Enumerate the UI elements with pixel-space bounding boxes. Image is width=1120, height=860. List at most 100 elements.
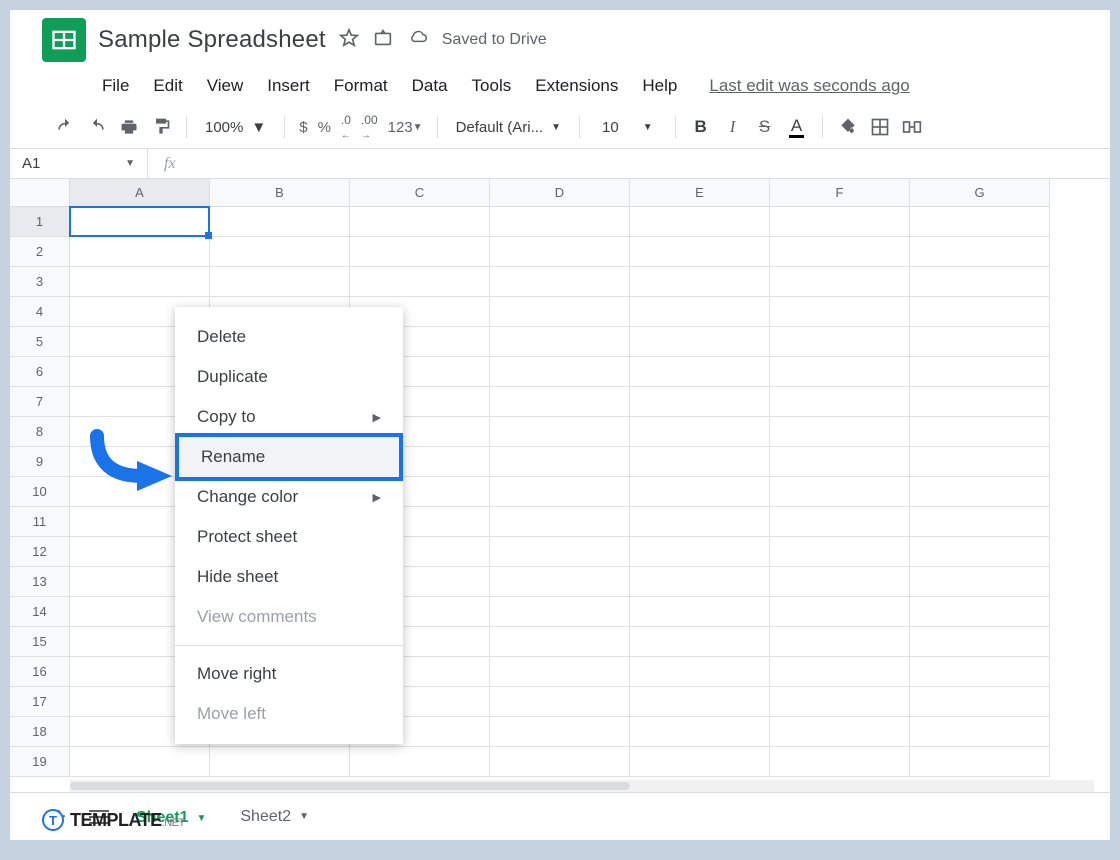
menu-insert[interactable]: Insert [257,70,320,102]
more-formats-dropdown[interactable]: 123 ▼ [384,112,427,142]
cell[interactable] [910,507,1050,537]
cell[interactable] [490,357,630,387]
cell[interactable] [210,207,350,237]
cell[interactable] [770,567,910,597]
row-header[interactable]: 13 [10,567,70,597]
cell[interactable] [770,207,910,237]
row-header[interactable]: 8 [10,417,70,447]
cell[interactable] [490,267,630,297]
cell[interactable] [910,387,1050,417]
cell[interactable] [910,327,1050,357]
row-header[interactable]: 17 [10,687,70,717]
row-header[interactable]: 4 [10,297,70,327]
column-header[interactable]: E [630,179,770,207]
cell[interactable] [490,207,630,237]
name-box[interactable]: A1▼ [10,149,148,178]
cell[interactable] [770,687,910,717]
row-header[interactable]: 12 [10,537,70,567]
row-header[interactable]: 15 [10,627,70,657]
cell[interactable] [770,237,910,267]
cell[interactable] [630,207,770,237]
sheets-logo[interactable] [42,18,86,62]
column-header[interactable]: B [210,179,350,207]
cell[interactable] [630,687,770,717]
cell[interactable] [490,387,630,417]
cloud-icon[interactable] [406,28,430,53]
row-header[interactable]: 10 [10,477,70,507]
cell[interactable] [630,357,770,387]
ctx-duplicate[interactable]: Duplicate [175,357,403,397]
font-dropdown[interactable]: Default (Ari...▼ [448,119,569,136]
cell[interactable] [490,237,630,267]
row-header[interactable]: 5 [10,327,70,357]
row-header[interactable]: 1 [10,207,70,237]
cell[interactable] [770,357,910,387]
cell[interactable] [630,567,770,597]
column-header[interactable]: D [490,179,630,207]
row-header[interactable]: 7 [10,387,70,417]
cell[interactable] [490,417,630,447]
font-size-dropdown[interactable]: 10▼ [590,119,665,136]
fill-color-button[interactable] [833,112,863,142]
row-header[interactable]: 2 [10,237,70,267]
cell[interactable] [770,327,910,357]
cell[interactable] [490,627,630,657]
cell[interactable] [630,267,770,297]
column-header[interactable]: C [350,179,490,207]
row-header[interactable]: 14 [10,597,70,627]
cell[interactable] [490,477,630,507]
bold-button[interactable]: B [686,112,716,142]
menu-edit[interactable]: Edit [143,70,192,102]
menu-extensions[interactable]: Extensions [525,70,628,102]
cell[interactable] [770,747,910,777]
cell[interactable] [70,237,210,267]
star-icon[interactable] [338,27,360,54]
cell[interactable] [770,477,910,507]
cell[interactable] [350,207,490,237]
increase-decimal-button[interactable]: .00→ [357,112,382,142]
cell[interactable] [490,657,630,687]
cell[interactable] [770,597,910,627]
row-header[interactable]: 18 [10,717,70,747]
cell[interactable] [630,477,770,507]
cell[interactable] [490,507,630,537]
paint-format-button[interactable] [146,112,176,142]
cell[interactable] [910,537,1050,567]
last-edit-link[interactable]: Last edit was seconds ago [699,70,919,102]
select-all-corner[interactable] [10,179,70,207]
ctx-copy-to[interactable]: Copy to▶ [175,397,403,437]
cell[interactable] [210,747,350,777]
cell[interactable] [910,687,1050,717]
cell[interactable] [770,387,910,417]
text-color-button[interactable]: A [782,112,812,142]
cell[interactable] [770,447,910,477]
column-header[interactable]: F [770,179,910,207]
cell[interactable] [910,567,1050,597]
strikethrough-button[interactable]: S [750,112,780,142]
move-icon[interactable] [372,27,394,54]
cell[interactable] [630,627,770,657]
cell[interactable] [910,357,1050,387]
cell[interactable] [490,327,630,357]
cell[interactable] [210,237,350,267]
row-header[interactable]: 16 [10,657,70,687]
row-header[interactable]: 9 [10,447,70,477]
cell[interactable] [770,717,910,747]
menu-help[interactable]: Help [632,70,687,102]
cell[interactable] [910,417,1050,447]
scrollbar-thumb[interactable] [70,782,630,790]
document-title[interactable]: Sample Spreadsheet [98,26,326,54]
menu-data[interactable]: Data [402,70,458,102]
cell[interactable] [630,597,770,627]
cell[interactable] [910,657,1050,687]
chevron-down-icon[interactable]: ▼ [196,813,206,824]
row-header[interactable]: 19 [10,747,70,777]
cell[interactable] [910,477,1050,507]
cell[interactable] [910,237,1050,267]
cell[interactable] [630,327,770,357]
row-header[interactable]: 11 [10,507,70,537]
cell[interactable] [630,717,770,747]
cell[interactable] [490,537,630,567]
menu-format[interactable]: Format [324,70,398,102]
cell[interactable] [770,297,910,327]
